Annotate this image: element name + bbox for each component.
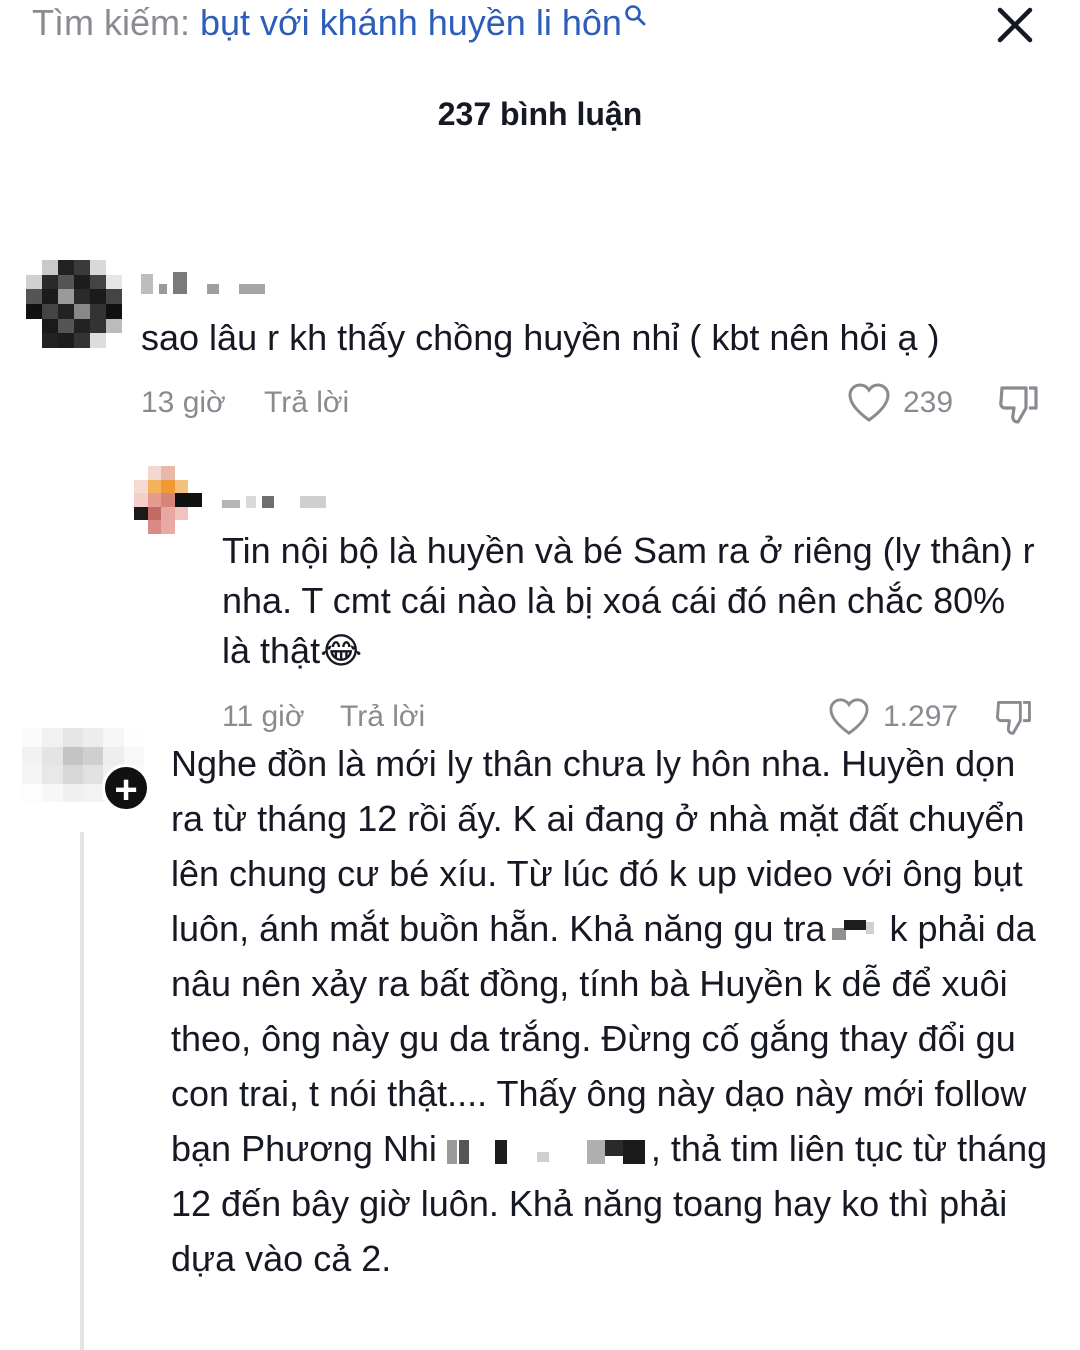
search-prefix: Tìm kiếm: xyxy=(32,2,190,43)
username-redacted[interactable] xyxy=(222,478,326,508)
reply-button[interactable]: Trả lời xyxy=(340,700,425,734)
comment-text: sao lâu r kh thấy chồng huyền nhỉ ( kbt … xyxy=(141,317,940,358)
follow-plus-icon[interactable]: + xyxy=(102,764,150,812)
username-redacted[interactable] xyxy=(141,268,265,294)
heart-outline-icon xyxy=(829,698,869,735)
like-button[interactable]: 1.297 xyxy=(827,697,958,737)
redacted-text xyxy=(826,916,880,946)
search-icon[interactable] xyxy=(624,4,646,26)
comment-text: Nghe đồn là mới ly thân chưa ly hôn nha.… xyxy=(171,736,1056,1286)
close-icon[interactable] xyxy=(992,2,1038,48)
comment-time: 13 giờ xyxy=(141,386,226,419)
reply-button[interactable]: Trả lời xyxy=(264,386,349,420)
like-button[interactable]: 239 xyxy=(847,382,953,424)
search-query[interactable]: bụt với khánh huyền li hôn xyxy=(200,2,622,44)
comment-time: 11 giờ xyxy=(222,700,305,733)
comment-text: Tin nội bộ là huyền và bé Sam ra ở riêng… xyxy=(222,530,1035,671)
heart-outline-icon xyxy=(848,383,890,422)
like-count: 1.297 xyxy=(883,700,959,733)
search-bar[interactable]: Tìm kiếm: bụt với khánh huyền li hôn xyxy=(32,0,646,46)
thread-line xyxy=(80,832,84,1350)
like-count: 239 xyxy=(903,386,954,419)
avatar[interactable] xyxy=(134,466,202,534)
avatar[interactable] xyxy=(26,260,122,348)
redacted-text xyxy=(446,1136,651,1166)
thumbs-down-icon[interactable] xyxy=(992,697,1036,737)
thumbs-down-icon[interactable] xyxy=(996,382,1042,426)
comment-count: 237 bình luận xyxy=(437,96,643,132)
